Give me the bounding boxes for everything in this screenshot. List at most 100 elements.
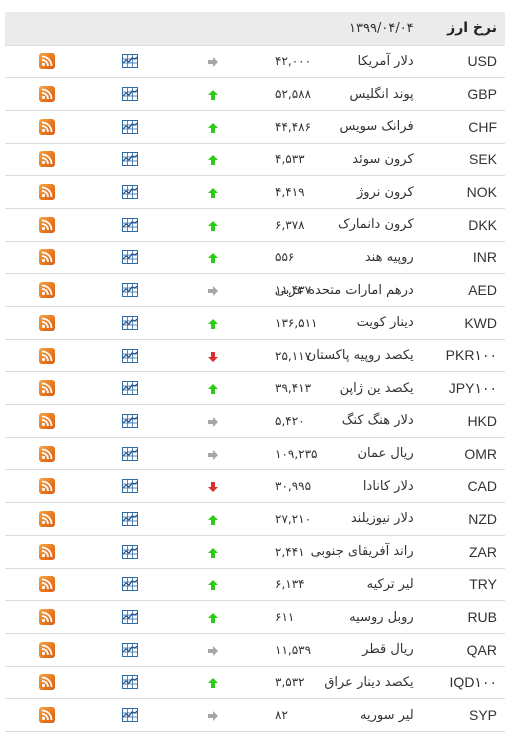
rss-icon[interactable] bbox=[38, 641, 55, 658]
chart-cell[interactable] bbox=[88, 307, 171, 340]
table-row: SEK کرون سوئد ۴,۵۳۳ bbox=[5, 143, 505, 176]
chart-cell[interactable] bbox=[88, 274, 171, 307]
chart-cell[interactable] bbox=[88, 437, 171, 470]
currency-name: راند آفریقای جنوبی bbox=[310, 544, 414, 560]
rss-cell[interactable] bbox=[5, 699, 88, 732]
chart-cell[interactable] bbox=[88, 241, 171, 274]
trend-cell bbox=[172, 535, 255, 568]
line-chart-icon[interactable] bbox=[122, 544, 139, 559]
line-chart-icon[interactable] bbox=[122, 708, 139, 723]
line-chart-icon[interactable] bbox=[122, 283, 139, 298]
line-chart-icon[interactable] bbox=[122, 315, 139, 330]
rss-icon[interactable] bbox=[38, 118, 55, 135]
rss-icon[interactable] bbox=[38, 576, 55, 593]
rss-icon[interactable] bbox=[38, 412, 55, 429]
currency-price: ۶,۱۳۴ bbox=[275, 577, 305, 592]
chart-cell[interactable] bbox=[88, 45, 171, 78]
chart-cell[interactable] bbox=[88, 372, 171, 405]
rss-cell[interactable] bbox=[5, 78, 88, 111]
arrow-up-icon bbox=[208, 122, 219, 133]
rss-cell[interactable] bbox=[5, 633, 88, 666]
arrow-up-icon bbox=[208, 318, 219, 329]
line-chart-icon[interactable] bbox=[122, 479, 139, 494]
chart-cell[interactable] bbox=[88, 601, 171, 634]
rss-cell[interactable] bbox=[5, 241, 88, 274]
rss-cell[interactable] bbox=[5, 405, 88, 438]
rss-icon[interactable] bbox=[38, 380, 55, 397]
rss-cell[interactable] bbox=[5, 568, 88, 601]
line-chart-icon[interactable] bbox=[122, 610, 139, 625]
trend-cell bbox=[172, 503, 255, 536]
chart-cell[interactable] bbox=[88, 633, 171, 666]
currency-price: ۴,۵۳۳ bbox=[275, 152, 305, 167]
rss-icon[interactable] bbox=[38, 216, 55, 233]
table-row: DKK کرون دانمارک ۶,۳۷۸ bbox=[5, 208, 505, 242]
arrow-up-icon bbox=[208, 677, 219, 689]
line-chart-icon[interactable] bbox=[122, 675, 139, 690]
chart-cell[interactable] bbox=[88, 339, 171, 372]
line-chart-icon[interactable] bbox=[122, 119, 139, 134]
rss-cell[interactable] bbox=[5, 339, 88, 372]
rss-cell[interactable] bbox=[5, 307, 88, 340]
line-chart-icon[interactable] bbox=[122, 87, 139, 102]
currency-name: لیر سوریه bbox=[360, 707, 414, 723]
chart-cell[interactable] bbox=[88, 405, 171, 438]
line-chart-icon[interactable] bbox=[122, 642, 139, 657]
rss-cell[interactable] bbox=[5, 110, 88, 143]
rss-icon[interactable] bbox=[38, 282, 55, 299]
chart-cell[interactable] bbox=[88, 78, 171, 111]
chart-cell[interactable] bbox=[88, 699, 171, 732]
chart-cell[interactable] bbox=[88, 176, 171, 209]
line-chart-icon[interactable] bbox=[122, 217, 139, 232]
rss-cell[interactable] bbox=[5, 45, 88, 78]
trend-cell bbox=[172, 470, 255, 503]
rss-icon[interactable] bbox=[38, 249, 55, 266]
rss-cell[interactable] bbox=[5, 601, 88, 634]
rss-cell[interactable] bbox=[5, 274, 88, 307]
rss-icon[interactable] bbox=[38, 707, 55, 724]
rss-icon[interactable] bbox=[38, 445, 55, 462]
currency-code: QAR bbox=[466, 641, 497, 658]
line-chart-icon[interactable] bbox=[122, 54, 139, 69]
rss-icon[interactable] bbox=[38, 314, 55, 331]
line-chart-icon[interactable] bbox=[122, 381, 139, 396]
line-chart-icon[interactable] bbox=[122, 446, 139, 461]
chart-cell[interactable] bbox=[88, 568, 171, 601]
line-chart-icon[interactable] bbox=[122, 413, 139, 428]
line-chart-icon[interactable] bbox=[122, 250, 139, 265]
currency-code: INR bbox=[472, 249, 497, 266]
rss-cell[interactable] bbox=[5, 666, 88, 699]
rss-icon[interactable] bbox=[38, 674, 55, 691]
rss-cell[interactable] bbox=[5, 503, 88, 536]
line-chart-icon[interactable] bbox=[122, 577, 139, 592]
rss-icon[interactable] bbox=[38, 86, 55, 103]
line-chart-icon[interactable] bbox=[122, 511, 139, 526]
rss-cell[interactable] bbox=[5, 208, 88, 241]
rss-cell[interactable] bbox=[5, 372, 88, 405]
line-chart-icon[interactable] bbox=[122, 152, 139, 167]
rss-icon[interactable] bbox=[38, 53, 55, 70]
currency-price: ۲۷,۲۱۰ bbox=[275, 511, 312, 526]
chart-cell[interactable] bbox=[88, 143, 171, 176]
rss-cell[interactable] bbox=[5, 535, 88, 568]
rss-icon[interactable] bbox=[38, 543, 55, 560]
rss-icon[interactable] bbox=[38, 347, 55, 364]
rss-icon[interactable] bbox=[38, 510, 55, 527]
rss-cell[interactable] bbox=[5, 143, 88, 176]
line-chart-icon[interactable] bbox=[122, 185, 139, 200]
chart-cell[interactable] bbox=[88, 208, 171, 241]
chart-cell[interactable] bbox=[88, 110, 171, 143]
rss-icon[interactable] bbox=[38, 478, 55, 495]
rss-icon[interactable] bbox=[38, 151, 55, 168]
rss-icon[interactable] bbox=[38, 184, 55, 201]
line-chart-icon[interactable] bbox=[122, 348, 139, 363]
chart-cell[interactable] bbox=[88, 666, 171, 699]
rss-icon[interactable] bbox=[38, 609, 55, 626]
arrow-right-icon bbox=[208, 285, 219, 297]
rss-cell[interactable] bbox=[5, 176, 88, 209]
chart-cell[interactable] bbox=[88, 535, 171, 568]
chart-cell[interactable] bbox=[88, 470, 171, 503]
rss-cell[interactable] bbox=[5, 437, 88, 470]
rss-cell[interactable] bbox=[5, 470, 88, 503]
chart-cell[interactable] bbox=[88, 503, 171, 536]
